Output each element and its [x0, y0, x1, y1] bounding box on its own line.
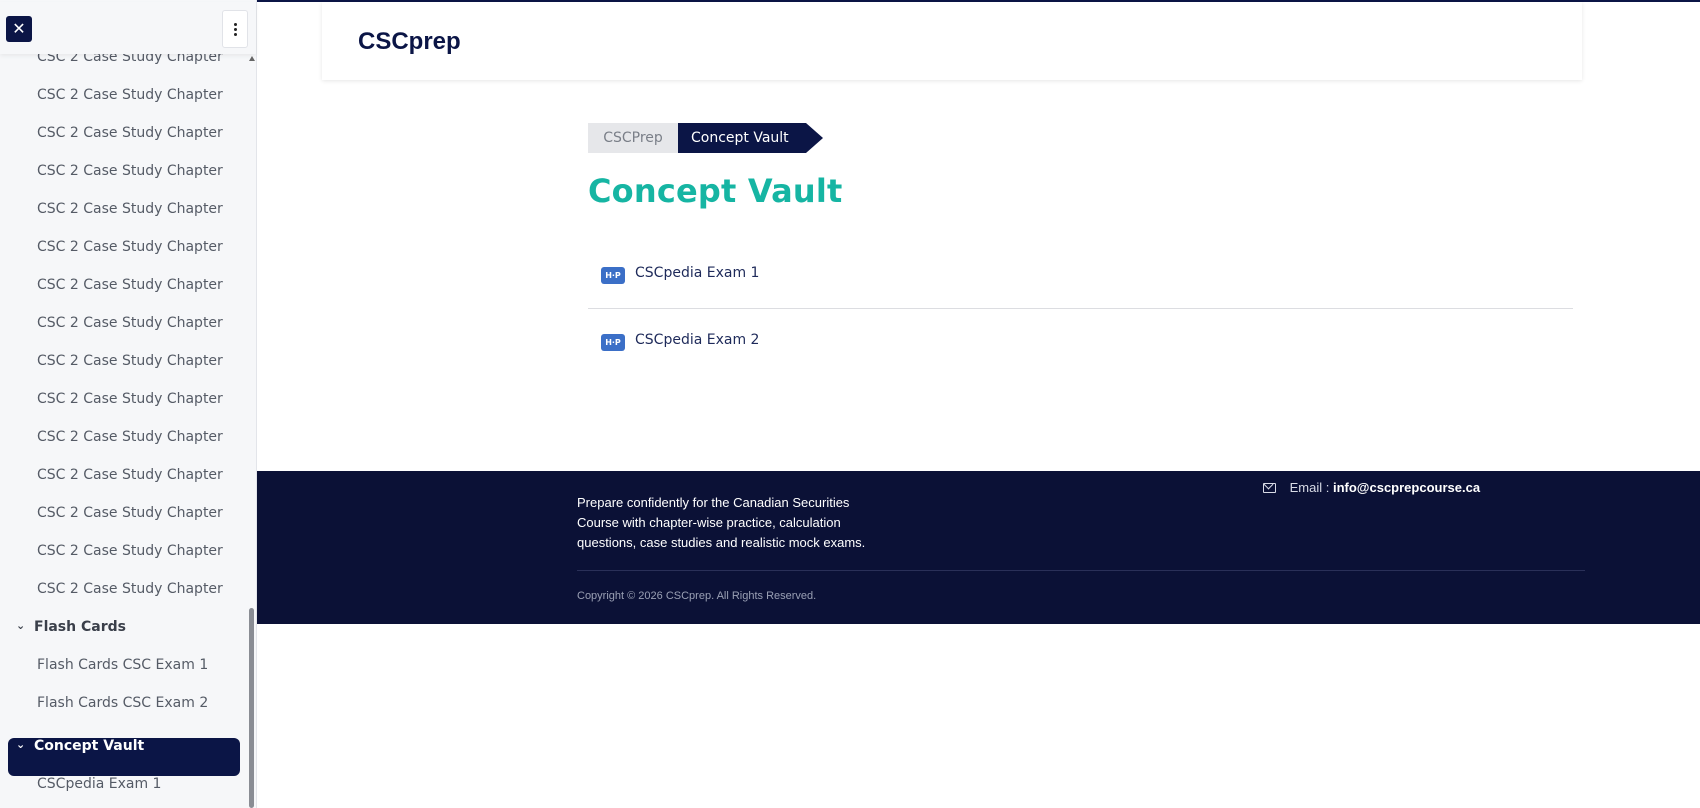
content-item-title[interactable]: CSCpedia Exam 1 [635, 265, 759, 281]
sidebar-item-case-study[interactable]: CSC 2 Case Study Chapter [37, 391, 232, 429]
email-label: Email : [1289, 480, 1330, 495]
h5p-icon: H·P [601, 334, 625, 351]
sidebar-item-case-study[interactable]: CSC 2 Case Study Chapter [37, 581, 232, 619]
copyright-text: Copyright © 2026 CSCprep. All Rights Res… [577, 590, 817, 602]
sidebar-item-case-study[interactable]: CSC 2 Case Study Chapter [37, 543, 232, 581]
close-icon: ✕ [12, 19, 26, 38]
sidebar-header: ✕ [0, 2, 256, 54]
content-item-title[interactable]: CSCpedia Exam 2 [635, 332, 759, 348]
scrollbar-thumb[interactable] [249, 608, 254, 808]
sidebar-section-label: Concept Vault [34, 738, 145, 754]
sidebar-item-case-study[interactable]: CSC 2 Case Study Chapter [37, 353, 232, 391]
page-title: Concept Vault [588, 172, 843, 210]
sidebar-scrollbar[interactable] [248, 54, 256, 808]
sidebar-item-cscpedia-exam-1[interactable]: CSCpedia Exam 1 [37, 776, 232, 808]
chevron-down-icon: ⌄ [16, 619, 26, 632]
sidebar-item-case-study[interactable]: CSC 2 Case Study Chapter [37, 54, 232, 87]
sidebar-item-case-study[interactable]: CSC 2 Case Study Chapter [37, 315, 232, 353]
content-list-item[interactable]: H·P CSCpedia Exam 2 [588, 310, 1573, 376]
sidebar-section-label: Flash Cards [34, 619, 126, 635]
site-logo[interactable]: CSCprep [358, 28, 461, 56]
footer-email: Email : info@cscprepcourse.ca [1263, 480, 1480, 495]
sidebar-item-flash-cards-2[interactable]: Flash Cards CSC Exam 2 [37, 695, 232, 733]
chevron-down-icon: ⌄ [16, 738, 26, 751]
sidebar-lesson-list: CSC 2 Case Study Chapter CSC 2 Case Stud… [0, 54, 248, 808]
footer-divider [577, 570, 1585, 571]
h5p-icon: H·P [601, 267, 625, 284]
breadcrumb-current: Concept Vault [678, 123, 823, 153]
sidebar-item-case-study[interactable]: CSC 2 Case Study Chapter [37, 277, 232, 315]
more-options-button[interactable] [222, 10, 248, 48]
content-list-item[interactable]: H·P CSCpedia Exam 1 [588, 243, 1573, 309]
site-header: CSCprep [322, 2, 1582, 80]
sidebar-section-concept-vault[interactable]: ⌄ Concept Vault [8, 738, 240, 776]
sidebar-item-flash-cards-1[interactable]: Flash Cards CSC Exam 1 [37, 657, 232, 695]
course-sidebar: ✕ CSC 2 Case Study Chapter CSC 2 Case St… [0, 0, 257, 808]
sidebar-item-case-study[interactable]: CSC 2 Case Study Chapter [37, 87, 232, 125]
sidebar-item-case-study[interactable]: CSC 2 Case Study Chapter [37, 505, 232, 543]
sidebar-item-case-study[interactable]: CSC 2 Case Study Chapter [37, 125, 232, 163]
email-link[interactable]: info@cscprepcourse.ca [1333, 480, 1480, 495]
sidebar-item-case-study[interactable]: CSC 2 Case Study Chapter [37, 163, 232, 201]
close-sidebar-button[interactable]: ✕ [6, 16, 32, 42]
breadcrumb-home-link[interactable]: CSCPrep [588, 123, 678, 153]
sidebar-section-flash-cards[interactable]: ⌄ Flash Cards [8, 619, 240, 657]
footer-description: Prepare confidently for the Canadian Sec… [577, 495, 866, 550]
site-footer: Prepare confidently for the Canadian Sec… [257, 471, 1700, 624]
envelope-icon [1263, 483, 1276, 493]
sidebar-item-case-study[interactable]: CSC 2 Case Study Chapter [37, 201, 232, 239]
sidebar-item-case-study[interactable]: CSC 2 Case Study Chapter [37, 239, 232, 277]
sidebar-item-case-study[interactable]: CSC 2 Case Study Chapter [37, 467, 232, 505]
sidebar-item-case-study[interactable]: CSC 2 Case Study Chapter [37, 429, 232, 467]
scroll-up-arrow-icon[interactable] [249, 56, 255, 61]
